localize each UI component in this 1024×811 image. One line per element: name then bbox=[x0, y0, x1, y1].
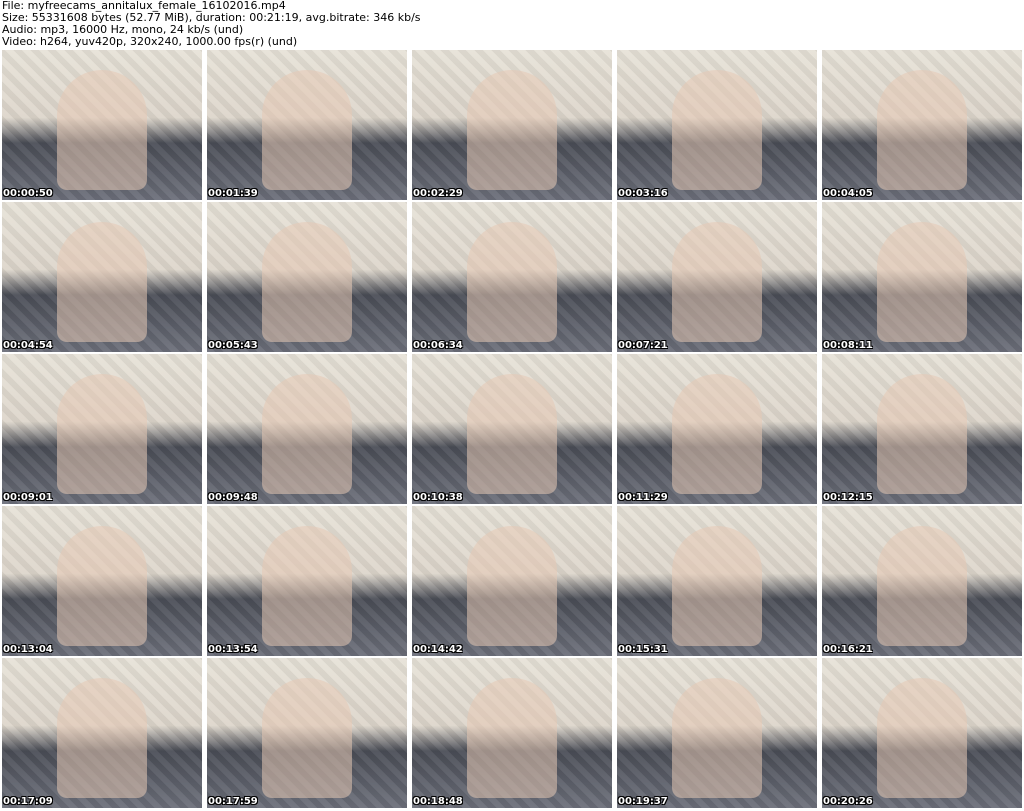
file-size-line: Size: 55331608 bytes (52.77 MiB), durati… bbox=[2, 12, 421, 24]
frame-image bbox=[877, 222, 967, 342]
frame-image bbox=[467, 70, 557, 190]
video-frame-thumbnail: 00:20:26 bbox=[822, 658, 1022, 808]
frame-timestamp: 00:08:11 bbox=[823, 340, 873, 351]
video-frame-thumbnail: 00:04:54 bbox=[2, 202, 202, 352]
frame-image bbox=[877, 526, 967, 646]
video-frame-thumbnail: 00:13:04 bbox=[2, 506, 202, 656]
video-frame-thumbnail: 00:09:48 bbox=[207, 354, 407, 504]
frame-timestamp: 00:20:26 bbox=[823, 796, 873, 807]
video-frame-thumbnail: 00:17:09 bbox=[2, 658, 202, 808]
video-frame-thumbnail: 00:17:59 bbox=[207, 658, 407, 808]
video-frame-thumbnail: 00:05:43 bbox=[207, 202, 407, 352]
video-frame-thumbnail: 00:12:15 bbox=[822, 354, 1022, 504]
video-frame-thumbnail: 00:09:01 bbox=[2, 354, 202, 504]
frame-timestamp: 00:15:31 bbox=[618, 644, 668, 655]
frame-timestamp: 00:07:21 bbox=[618, 340, 668, 351]
frame-image bbox=[262, 222, 352, 342]
frame-image bbox=[877, 374, 967, 494]
video-frame-thumbnail: 00:00:50 bbox=[2, 50, 202, 200]
frame-timestamp: 00:04:05 bbox=[823, 188, 873, 199]
frame-timestamp: 00:04:54 bbox=[3, 340, 53, 351]
frame-image bbox=[467, 374, 557, 494]
video-frame-thumbnail: 00:19:37 bbox=[617, 658, 817, 808]
frame-timestamp: 00:12:15 bbox=[823, 492, 873, 503]
video-frame-thumbnail: 00:18:48 bbox=[412, 658, 612, 808]
frame-timestamp: 00:06:34 bbox=[413, 340, 463, 351]
video-frame-thumbnail: 00:03:16 bbox=[617, 50, 817, 200]
frame-timestamp: 00:05:43 bbox=[208, 340, 258, 351]
video-info-line: Video: h264, yuv420p, 320x240, 1000.00 f… bbox=[2, 36, 298, 48]
frame-timestamp: 00:01:39 bbox=[208, 188, 258, 199]
frame-timestamp: 00:09:01 bbox=[3, 492, 53, 503]
frame-timestamp: 00:14:42 bbox=[413, 644, 463, 655]
frame-timestamp: 00:16:21 bbox=[823, 644, 873, 655]
thumbnail-grid: 00:00:50 00:01:39 00:02:29 00:03:16 00:04:05… bbox=[2, 50, 1022, 810]
video-frame-thumbnail: 00:14:42 bbox=[412, 506, 612, 656]
frame-timestamp: 00:17:59 bbox=[208, 796, 258, 807]
frame-image bbox=[262, 70, 352, 190]
frame-image bbox=[57, 526, 147, 646]
file-name-line: File: myfreecams_annitalux_female_161020… bbox=[2, 0, 286, 12]
frame-timestamp: 00:18:48 bbox=[413, 796, 463, 807]
frame-image bbox=[57, 222, 147, 342]
video-frame-thumbnail: 00:06:34 bbox=[412, 202, 612, 352]
file-info-header: File: myfreecams_annitalux_female_161020… bbox=[2, 0, 1020, 50]
frame-image bbox=[672, 678, 762, 798]
frame-image bbox=[467, 526, 557, 646]
frame-image bbox=[877, 70, 967, 190]
frame-timestamp: 00:13:54 bbox=[208, 644, 258, 655]
frame-image bbox=[672, 222, 762, 342]
video-frame-thumbnail: 00:13:54 bbox=[207, 506, 407, 656]
frame-timestamp: 00:13:04 bbox=[3, 644, 53, 655]
video-frame-thumbnail: 00:08:11 bbox=[822, 202, 1022, 352]
frame-timestamp: 00:19:37 bbox=[618, 796, 668, 807]
video-frame-thumbnail: 00:02:29 bbox=[412, 50, 612, 200]
video-frame-thumbnail: 00:15:31 bbox=[617, 506, 817, 656]
frame-image bbox=[467, 678, 557, 798]
video-frame-thumbnail: 00:10:38 bbox=[412, 354, 612, 504]
video-frame-thumbnail: 00:07:21 bbox=[617, 202, 817, 352]
frame-timestamp: 00:11:29 bbox=[618, 492, 668, 503]
frame-timestamp: 00:10:38 bbox=[413, 492, 463, 503]
frame-image bbox=[57, 374, 147, 494]
frame-image bbox=[672, 70, 762, 190]
frame-image bbox=[467, 222, 557, 342]
frame-timestamp: 00:02:29 bbox=[413, 188, 463, 199]
frame-image bbox=[262, 526, 352, 646]
frame-timestamp: 00:17:09 bbox=[3, 796, 53, 807]
frame-timestamp: 00:09:48 bbox=[208, 492, 258, 503]
frame-image bbox=[57, 70, 147, 190]
video-frame-thumbnail: 00:01:39 bbox=[207, 50, 407, 200]
frame-timestamp: 00:03:16 bbox=[618, 188, 668, 199]
frame-timestamp: 00:00:50 bbox=[3, 188, 53, 199]
frame-image bbox=[672, 374, 762, 494]
video-frame-thumbnail: 00:04:05 bbox=[822, 50, 1022, 200]
audio-info-line: Audio: mp3, 16000 Hz, mono, 24 kb/s (und… bbox=[2, 24, 244, 36]
frame-image bbox=[262, 374, 352, 494]
video-frame-thumbnail: 00:11:29 bbox=[617, 354, 817, 504]
frame-image bbox=[262, 678, 352, 798]
frame-image bbox=[672, 526, 762, 646]
frame-image bbox=[57, 678, 147, 798]
frame-image bbox=[877, 678, 967, 798]
video-frame-thumbnail: 00:16:21 bbox=[822, 506, 1022, 656]
